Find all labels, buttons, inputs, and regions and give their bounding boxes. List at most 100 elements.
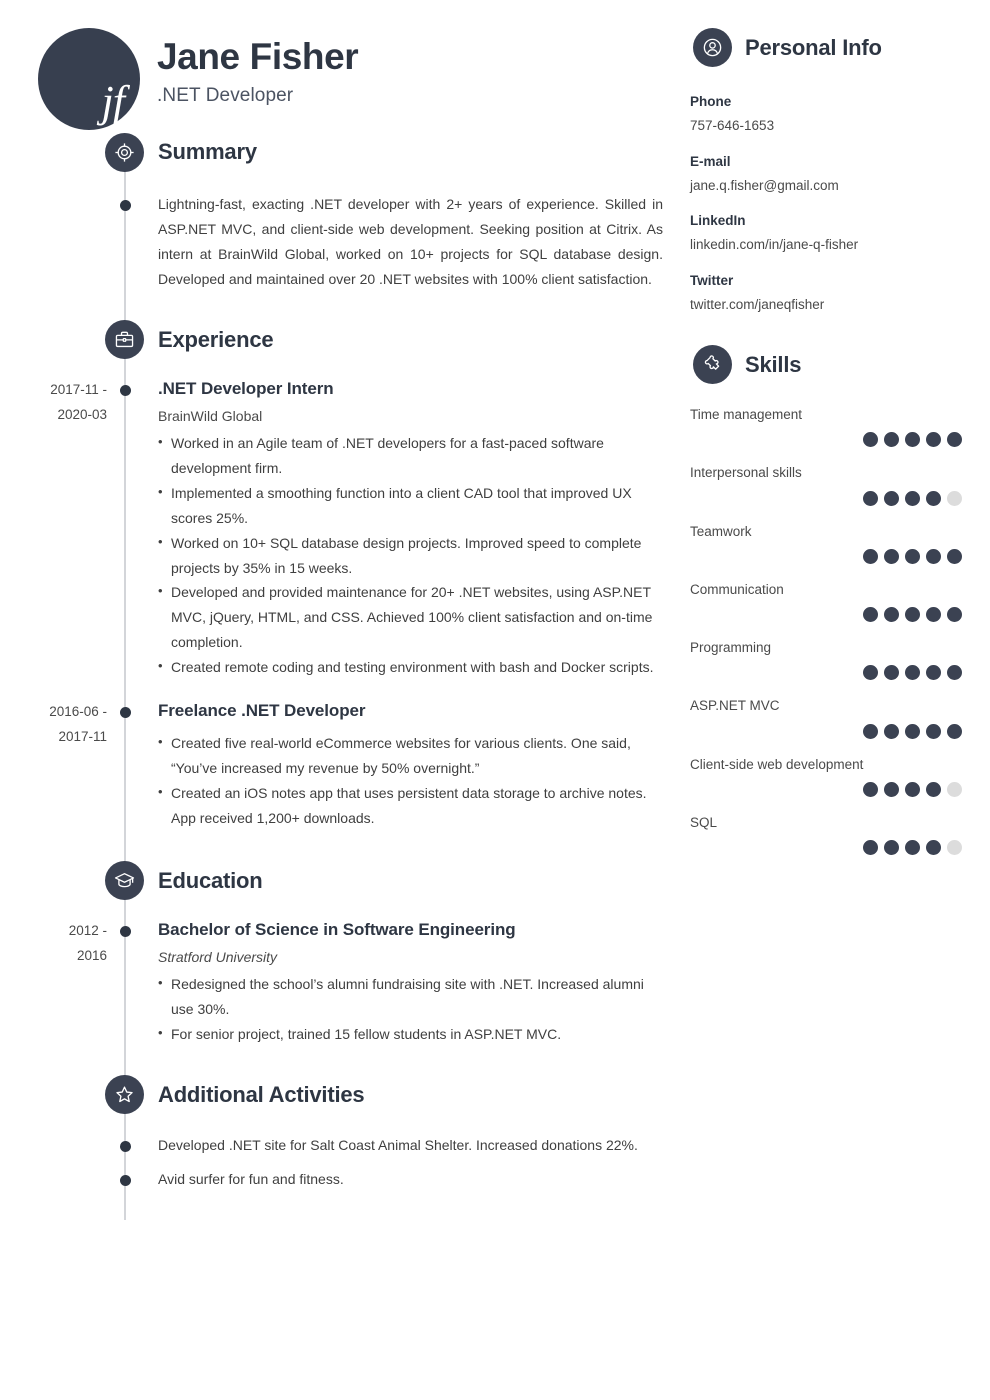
skills-heading: Skills [690,345,990,384]
date-line: 2017-11 [58,729,107,745]
rating-dot-filled [884,781,899,797]
avatar: jf [38,28,140,130]
info-label: Twitter [690,272,734,288]
skill-rating [690,490,990,506]
rating-dot-filled [947,665,962,681]
skill-row: Programming [690,638,990,681]
rating-dot-filled [884,432,899,448]
date-line: 2016 [76,947,107,963]
rating-dot-filled [926,665,941,681]
section-summary: Summary Lightning-fast, exacting .NET de… [0,132,690,292]
rating-dot-filled [905,723,920,739]
rating-dot-filled [926,840,941,855]
date-line: 2016-06 - [49,704,107,720]
skill-row: Communication [690,580,990,622]
candidate-name: Jane Fisher [157,36,359,77]
education-heading: Education [0,861,690,901]
bullet-item: Created an iOS notes app that uses persi… [158,780,663,831]
skill-rating [690,781,990,797]
star-icon [105,1075,144,1115]
rating-dot-filled [926,432,941,448]
rating-dot-filled [884,490,899,506]
candidate-job-title: .NET Developer [157,84,294,106]
bullet-item: Developed and provided maintenance for 2… [158,579,663,655]
skill-name: Communication [690,581,784,597]
section-experience: Experience 2017-11 - 2020-03 .NET Develo… [0,320,690,831]
rating-dot-filled [926,607,941,622]
activity-body: Developed .NET site for Salt Coast Anima… [158,1133,690,1158]
timeline-dot [120,384,131,396]
experience-date: 2016-06 - 2017-11 [0,700,107,750]
rating-dot-empty [947,781,962,797]
skill-rating [690,665,990,681]
rating-dot-filled [926,781,941,797]
info-value: 757-646-1653 [690,118,775,134]
skill-name: Teamwork [690,523,752,539]
summary-title: Summary [158,139,257,164]
rating-dot-filled [884,840,899,855]
rating-dot-filled [863,432,878,448]
skill-rating [690,723,990,739]
info-label: Phone [690,94,732,109]
briefcase-icon [105,320,144,360]
skills-title: Skills [745,351,802,377]
education-date: 2012 - 2016 [0,919,107,969]
resume-page: jf Jane Fisher .NET Developer Summary Li… [0,0,990,1400]
experience-entry: 2016-06 - 2017-11 Freelance .NET Develop… [0,700,690,831]
rating-dot-filled [947,723,962,739]
main-column: jf Jane Fisher .NET Developer Summary Li… [0,0,690,1400]
section-education: Education 2012 - 2016 Bachelor of Scienc… [0,861,690,1047]
experience-entry: 2017-11 - 2020-03 .NET Developer Intern … [0,378,690,680]
info-value[interactable]: twitter.com/janeqfisher [690,295,990,315]
info-label: E-mail [690,153,731,169]
info-label: LinkedIn [690,213,746,228]
rating-dot-filled [926,490,941,506]
rating-dot-empty [947,840,962,855]
rating-dot-filled [926,723,941,739]
timeline-dot [120,1174,131,1186]
skills-list: Time management Interpersonal skills Teamw… [690,405,990,855]
rating-dot-filled [863,548,878,564]
skill-row: Interpersonal skills [690,463,990,506]
timeline-dot [120,925,131,937]
experience-title: Experience [158,326,274,352]
rating-dot-filled [905,548,920,564]
summary-heading: Summary [0,132,690,172]
education-entry: 2012 - 2016 Bachelor of Science in Softw… [0,919,690,1047]
degree-title: Bachelor of Science in Software Engineer… [158,919,516,939]
skill-rating [690,607,990,622]
skill-name: Programming [690,640,772,655]
skill-row: Teamwork [690,522,990,564]
activity-entry: Avid surfer for fun and fitness. [0,1167,690,1192]
info-item-phone: Phone 757-646-1653 [690,92,990,137]
skill-row: ASP.NET MVC [690,696,990,739]
bullet-item: Worked on 10+ SQL database design projec… [158,530,663,581]
experience-date: 2017-11 - 2020-03 [0,378,107,428]
summary-text: Lightning-fast, exacting .NET developer … [158,196,663,287]
skill-row: Client-side web development [690,755,990,797]
rating-dot-filled [863,490,878,506]
experience-heading: Experience [0,320,690,360]
rating-dot-filled [863,723,878,739]
skill-rating [690,840,990,855]
activity-text: Developed .NET site for Salt Coast Anima… [158,1136,638,1153]
info-value[interactable]: jane.q.fisher@gmail.com [690,176,990,196]
summary-entry: Lightning-fast, exacting .NET developer … [0,192,690,292]
info-item-email: E-mail jane.q.fisher@gmail.com [690,152,990,197]
rating-dot-filled [884,607,899,622]
rating-dot-filled [905,665,920,681]
education-title: Education [158,867,263,893]
bullet-item: Redesigned the school’s alumni fundraisi… [158,971,663,1022]
section-additional-activities: Additional Activities Developed .NET sit… [0,1075,690,1192]
rating-dot-filled [884,548,899,564]
experience-entry-body: Freelance .NET Developer Created five re… [158,700,690,831]
activity-entry: Developed .NET site for Salt Coast Anima… [0,1133,690,1158]
rating-dot-filled [947,548,962,564]
job-title: Freelance .NET Developer [158,701,366,721]
info-value[interactable]: linkedin.com/in/jane-q-fisher [690,235,990,255]
rating-dot-filled [905,490,920,506]
rating-dot-filled [863,607,878,622]
skill-name: Time management [690,407,803,422]
job-bullets: Worked in an Agile team of .NET develope… [158,430,663,680]
sidebar-skills: Skills Time management Interpersonal skil… [690,345,990,855]
